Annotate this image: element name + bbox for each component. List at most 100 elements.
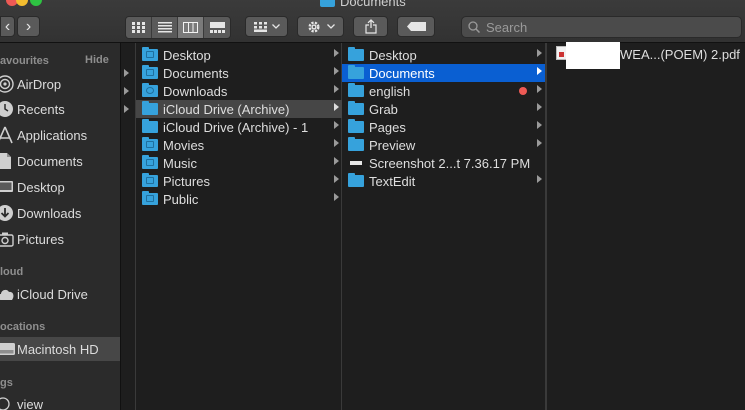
minimize-button[interactable] [16, 0, 28, 6]
gallery-view-button[interactable] [204, 17, 230, 38]
column-item-desktop[interactable]: Desktop [136, 46, 342, 64]
disclosure-chevron-icon [537, 121, 542, 129]
group-by-button[interactable] [245, 16, 288, 37]
column-item-label: english [369, 83, 411, 99]
disclosure-chevron-icon [334, 139, 339, 147]
sidebar-item-documents[interactable]: Documents [0, 149, 120, 173]
sidebar-item-label: AirDrop [17, 76, 62, 92]
column-view-button[interactable] [178, 17, 204, 38]
column-item-pdf-file[interactable]: WEA...(POEM) 2.pdf [620, 47, 740, 62]
icon-view-button[interactable] [126, 17, 152, 38]
column-item-label: Downloads [163, 83, 228, 99]
browser-column-2: Desktop Documents english Grab Pages Pre… [342, 43, 546, 410]
disclosure-chevron-icon [334, 121, 339, 129]
favourites-heading: avourites [0, 55, 49, 67]
search-input[interactable] [486, 19, 726, 35]
tags-heading: gs [0, 377, 13, 389]
gear-icon [307, 20, 320, 33]
share-icon [364, 19, 377, 34]
disclosure-chevron-icon [334, 85, 339, 93]
applications-icon [0, 126, 16, 144]
gallery-icon [209, 22, 225, 33]
folder-icon [142, 65, 158, 79]
hide-favourites-button[interactable]: Hide [85, 54, 109, 66]
sidebar-item-tag-view[interactable]: view [0, 392, 120, 410]
column-item-label: Music [163, 155, 197, 171]
disclosure-chevron-icon [334, 193, 339, 201]
sidebar-item-airdrop[interactable]: AirDrop [0, 72, 120, 96]
column-item-label: Screenshot 2...t 7.36.17 PM [369, 155, 531, 171]
search-icon [468, 21, 480, 33]
folder-icon [320, 0, 335, 7]
chevron-down-icon [271, 24, 280, 29]
column-item-public[interactable]: Public [136, 190, 342, 208]
disclosure-chevron-icon [537, 139, 542, 147]
folder-icon [142, 173, 158, 187]
toolbar: Documents ‹ › [0, 0, 745, 43]
chevron-right-icon: › [25, 17, 32, 35]
disclosure-chevron-icon [537, 103, 542, 111]
sidebar-item-pictures[interactable]: Pictures [0, 227, 120, 251]
search-field[interactable] [461, 16, 742, 38]
sidebar-item-applications[interactable]: Applications [0, 123, 120, 147]
column-item-music[interactable]: Music [136, 154, 342, 172]
column-item-label: Movies [163, 137, 205, 153]
column-item-pictures[interactable]: Pictures [136, 172, 342, 190]
column-item-english[interactable]: english [342, 82, 545, 100]
download-icon [0, 204, 16, 222]
sidebar: avourites Hide AirDrop Recents Applicati… [0, 43, 121, 410]
folder-icon [142, 101, 158, 115]
back-button[interactable]: ‹ [0, 16, 15, 37]
column-item-grab[interactable]: Grab [342, 100, 545, 118]
hard-drive-icon [0, 340, 16, 358]
column-item-preview[interactable]: Preview [342, 136, 545, 154]
column-item-label: Preview [369, 137, 416, 153]
sidebar-item-icloud-drive[interactable]: iCloud Drive [0, 282, 120, 306]
share-button[interactable] [353, 16, 388, 37]
column-item-downloads[interactable]: Downloads [136, 82, 342, 100]
sidebar-item-recents[interactable]: Recents [0, 97, 120, 121]
column-item-icloud-drive-archive[interactable]: iCloud Drive (Archive) [136, 100, 342, 118]
disclosure-chevron-icon [537, 67, 542, 75]
column-item-textedit[interactable]: TextEdit [342, 172, 545, 190]
folder-icon [142, 47, 158, 61]
forward-button[interactable]: › [17, 16, 40, 37]
column-item-label: Documents [369, 65, 435, 81]
column-item-label: Pictures [163, 173, 210, 189]
disclosure-chevron-icon [124, 105, 129, 113]
sidebar-item-macintosh-hd[interactable]: Macintosh HD [0, 337, 120, 361]
column-item-documents[interactable]: Documents [342, 64, 545, 82]
desktop-icon [0, 178, 16, 196]
columns-icon [183, 22, 198, 33]
view-mode-segmented-control [125, 16, 231, 39]
chevron-down-icon [326, 24, 335, 29]
column-item-documents[interactable]: Documents [136, 64, 342, 82]
browser-column-1: Desktop Documents Downloads iCloud Drive… [135, 43, 342, 410]
sidebar-item-downloads[interactable]: Downloads [0, 201, 120, 225]
folder-icon [348, 173, 364, 187]
column-item-label: iCloud Drive (Archive) [163, 101, 290, 117]
tag-icon [406, 22, 426, 31]
sidebar-item-label: Recents [17, 101, 65, 117]
column-item-screenshot[interactable]: Screenshot 2...t 7.36.17 PM [342, 154, 545, 172]
sidebar-item-label: iCloud Drive [17, 286, 88, 302]
sidebar-item-label: Pictures [17, 231, 64, 247]
column-item-label: iCloud Drive (Archive) - 1 [163, 119, 309, 135]
sidebar-item-desktop[interactable]: Desktop [0, 175, 120, 199]
column-item-movies[interactable]: Movies [136, 136, 342, 154]
folder-icon [142, 119, 158, 133]
action-button[interactable] [297, 16, 344, 37]
column-item-icloud-drive-archive-1[interactable]: iCloud Drive (Archive) - 1 [136, 118, 342, 136]
disclosure-chevron-icon [124, 87, 129, 95]
folder-icon [348, 137, 364, 151]
tag-button[interactable] [397, 16, 435, 37]
red-tag-icon [519, 87, 527, 95]
folder-icon [348, 83, 364, 97]
chevron-left-icon: ‹ [4, 17, 11, 35]
zoom-button[interactable] [30, 0, 42, 6]
collapsed-column [122, 43, 134, 410]
window-title: Documents [320, 0, 406, 9]
column-item-desktop[interactable]: Desktop [342, 46, 545, 64]
column-item-pages[interactable]: Pages [342, 118, 545, 136]
list-view-button[interactable] [152, 17, 178, 38]
